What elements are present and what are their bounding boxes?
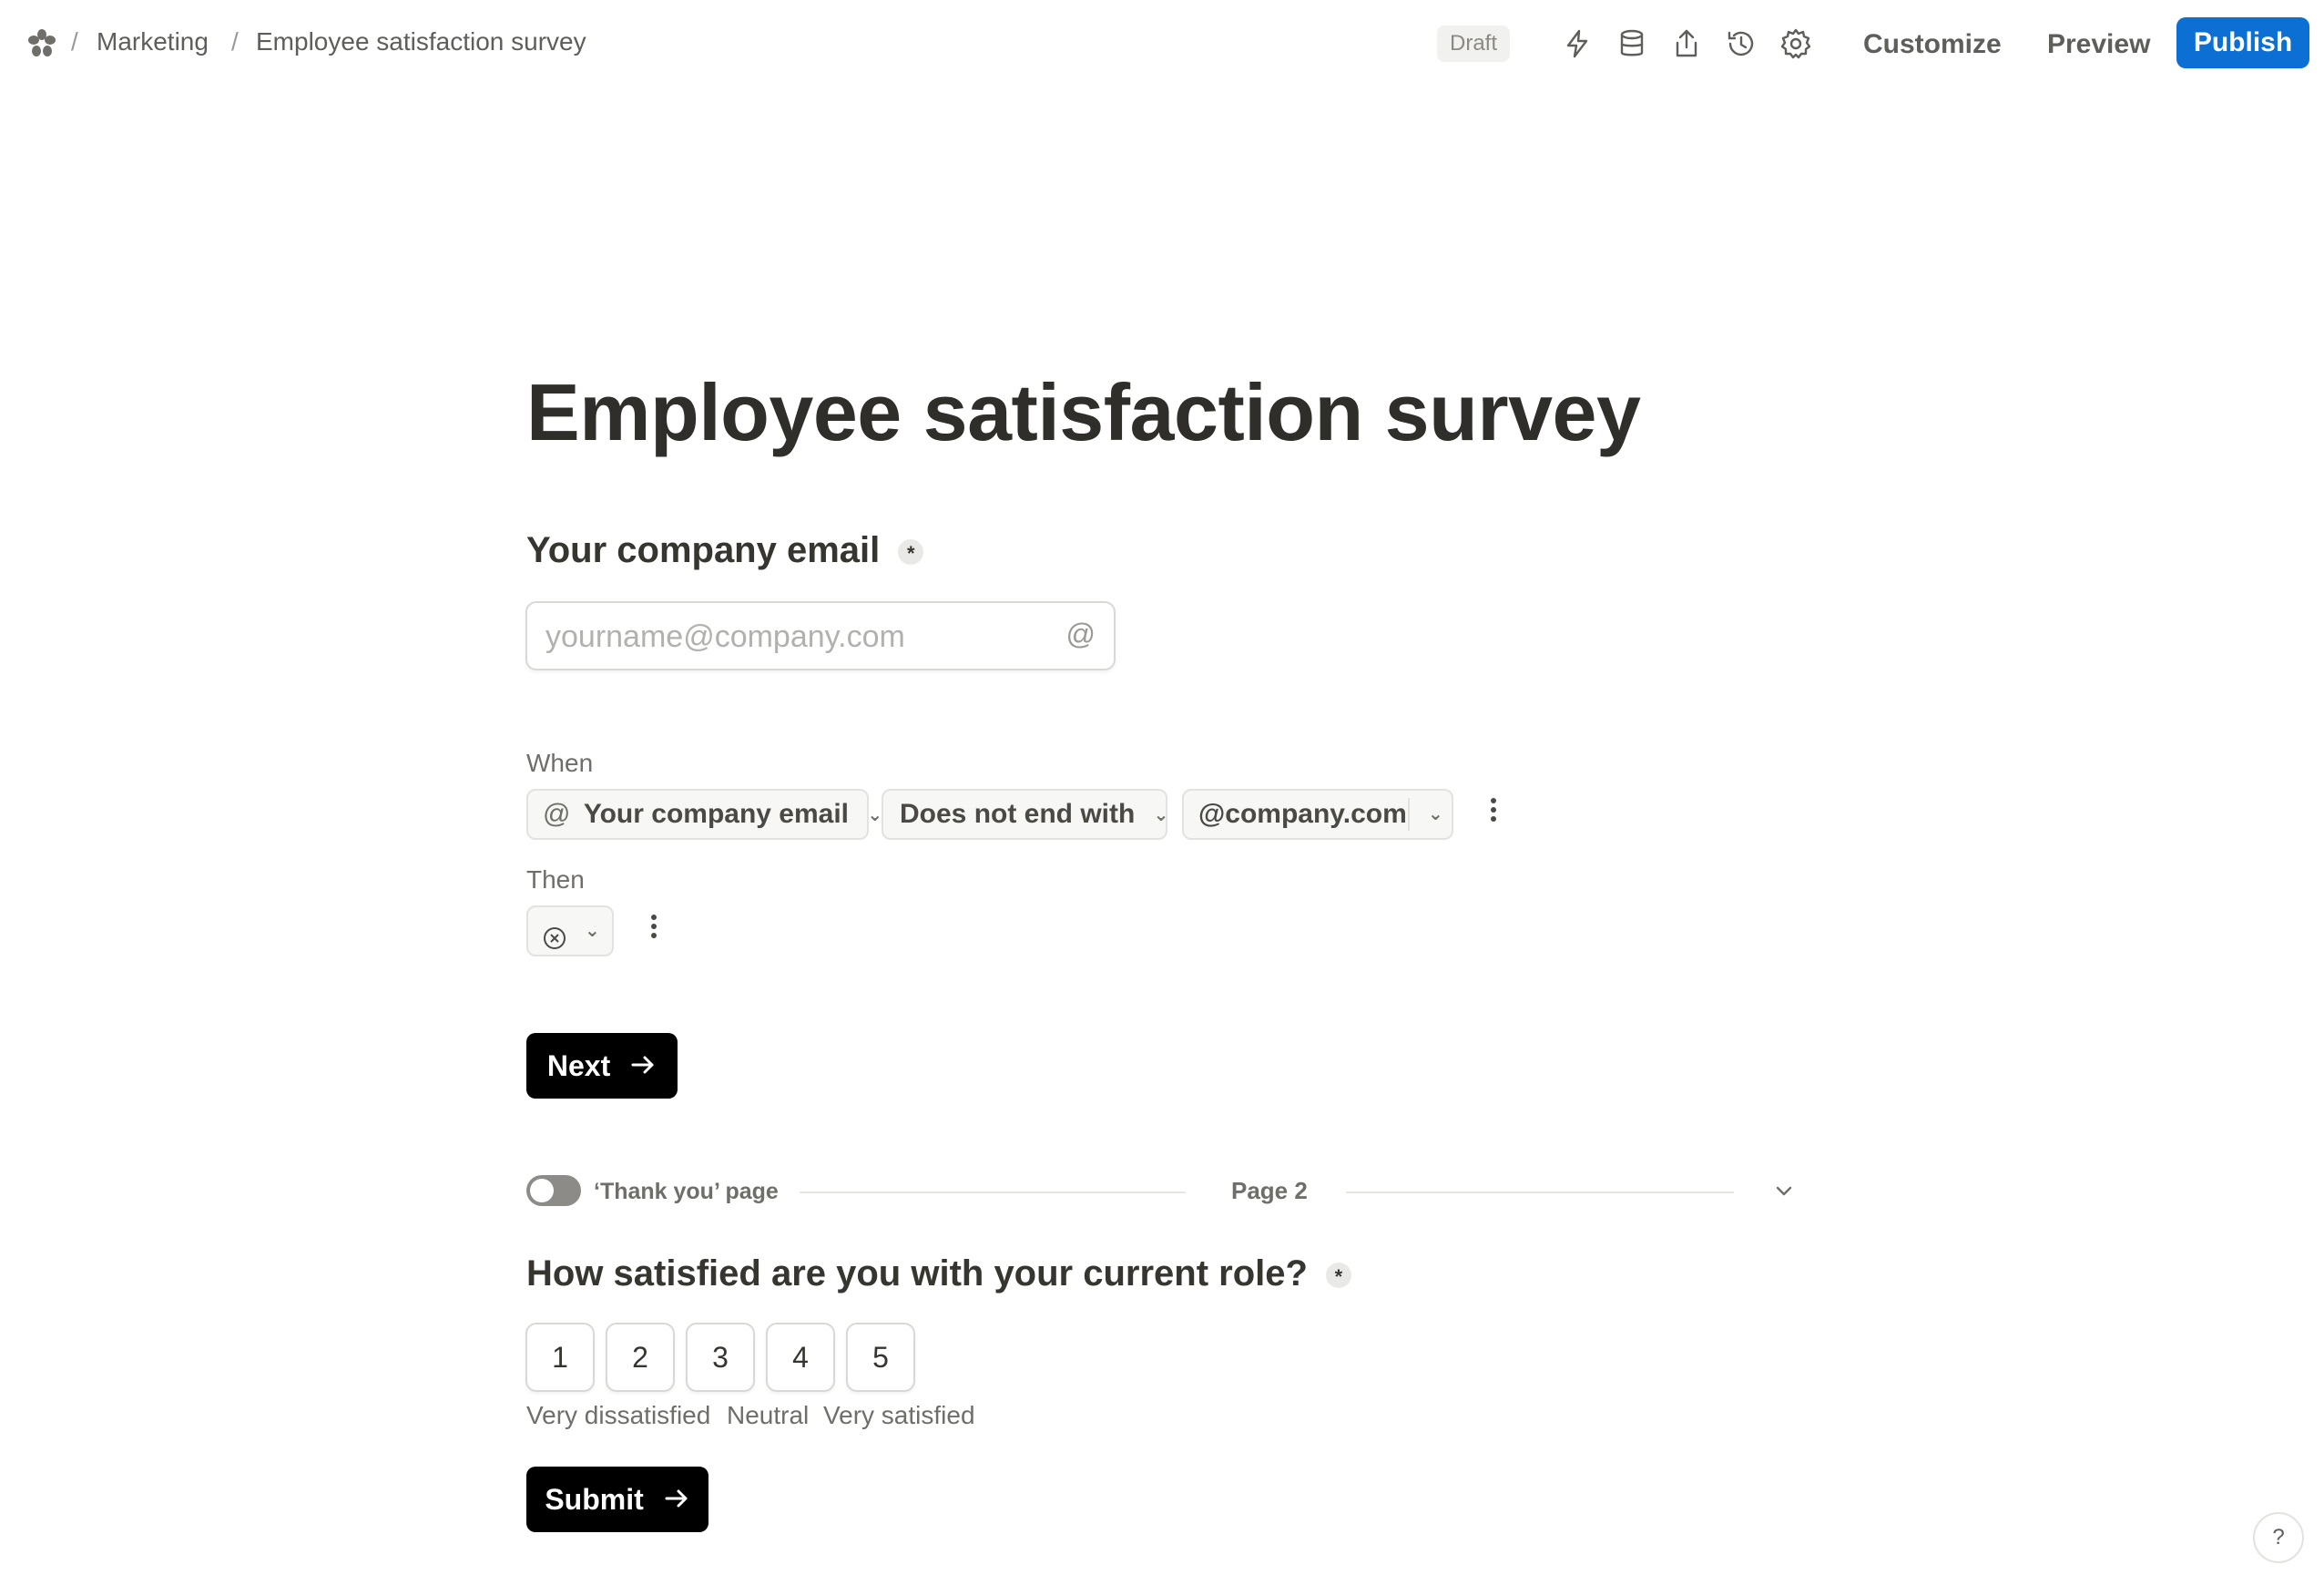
logic-operator-select[interactable]: Does not end with ⌄ [882,789,1169,840]
chevron-down-icon: ⌄ [1428,804,1443,824]
arrow-right-icon [663,1469,690,1535]
page-divider-line [1346,1191,1734,1193]
logic-action-select[interactable]: ⌄ [526,905,614,956]
rating-low-label: Very dissatisfied [526,1401,711,1429]
breadcrumb-separator: / [71,27,78,56]
toggle-knob [530,1179,554,1202]
page-divider-line [800,1191,1186,1193]
logic-field-value: Your company email [583,799,850,829]
share-icon[interactable] [1670,27,1703,60]
chevron-down-icon: ⌄ [585,921,600,941]
rating-option-1[interactable]: 1 [525,1323,595,1392]
at-sign-icon: @ [1065,618,1096,650]
chevron-down-icon: ⌄ [1153,805,1169,826]
thank-you-page-label: ‘Thank you’ page [594,1179,779,1204]
required-badge: * [1325,1263,1351,1289]
question-text: Your company email [526,530,881,570]
rating-option-3[interactable]: 3 [686,1323,755,1392]
status-badge: Draft [1437,26,1511,62]
divider [1408,798,1410,831]
action-more-icon[interactable] [645,911,663,947]
logic-when-label: When [526,749,594,777]
gear-icon[interactable] [1779,27,1812,60]
logic-then-label: Then [526,865,585,894]
form-title[interactable]: Employee satisfaction survey [526,366,1641,459]
help-button[interactable]: ? [2253,1512,2304,1563]
rating-option-4[interactable]: 4 [766,1323,835,1392]
email-field[interactable]: yourname@company.com @ [525,601,1116,670]
history-icon[interactable] [1725,27,1758,60]
breadcrumb-page[interactable]: Employee satisfaction survey [256,27,586,56]
logic-operator-value: Does not end with [900,799,1136,829]
customize-button[interactable]: Customize [1863,26,2002,64]
publish-button[interactable]: Publish [2176,17,2309,68]
rating-high-label: Very satisfied [823,1401,975,1429]
next-button[interactable]: Next [526,1033,678,1099]
question-label[interactable]: How satisfied are you with your current … [526,1253,1351,1294]
close-circle-icon [543,918,566,949]
chevron-down-icon[interactable] [1770,1177,1798,1204]
rule-more-icon[interactable] [1484,794,1503,831]
required-badge: * [898,539,924,566]
top-bar: / Marketing / Employee satisfaction surv… [0,0,2324,89]
breadcrumb-separator: / [231,27,239,56]
lightning-icon[interactable] [1561,27,1594,60]
arrow-right-icon [629,1036,657,1101]
rating-option-5[interactable]: 5 [846,1323,915,1392]
rating-mid-label: Neutral [727,1401,810,1429]
preview-button[interactable]: Preview [2047,26,2150,64]
chevron-down-icon: ⌄ [867,805,883,826]
logic-value-field[interactable]: @company.com ⌄ [1182,789,1453,840]
database-icon[interactable] [1616,27,1648,60]
at-sign-icon: @ [543,799,571,829]
submit-button-label: Submit [545,1483,644,1516]
breadcrumb-workspace[interactable]: Marketing [97,27,209,56]
question-text: How satisfied are you with your current … [526,1253,1308,1294]
logic-field-select[interactable]: @ Your company email ⌄ [526,789,882,840]
page-label[interactable]: Page 2 [1231,1177,1308,1205]
rating-option-2[interactable]: 2 [606,1323,675,1392]
logic-value-text: @company.com [1198,799,1407,829]
submit-button[interactable]: Submit [526,1467,708,1532]
email-placeholder: yourname@company.com [545,619,905,654]
next-button-label: Next [546,1049,611,1082]
question-label[interactable]: Your company email * [526,530,924,571]
app-logo-icon[interactable] [25,27,58,60]
thank-you-page-toggle[interactable] [526,1175,581,1206]
